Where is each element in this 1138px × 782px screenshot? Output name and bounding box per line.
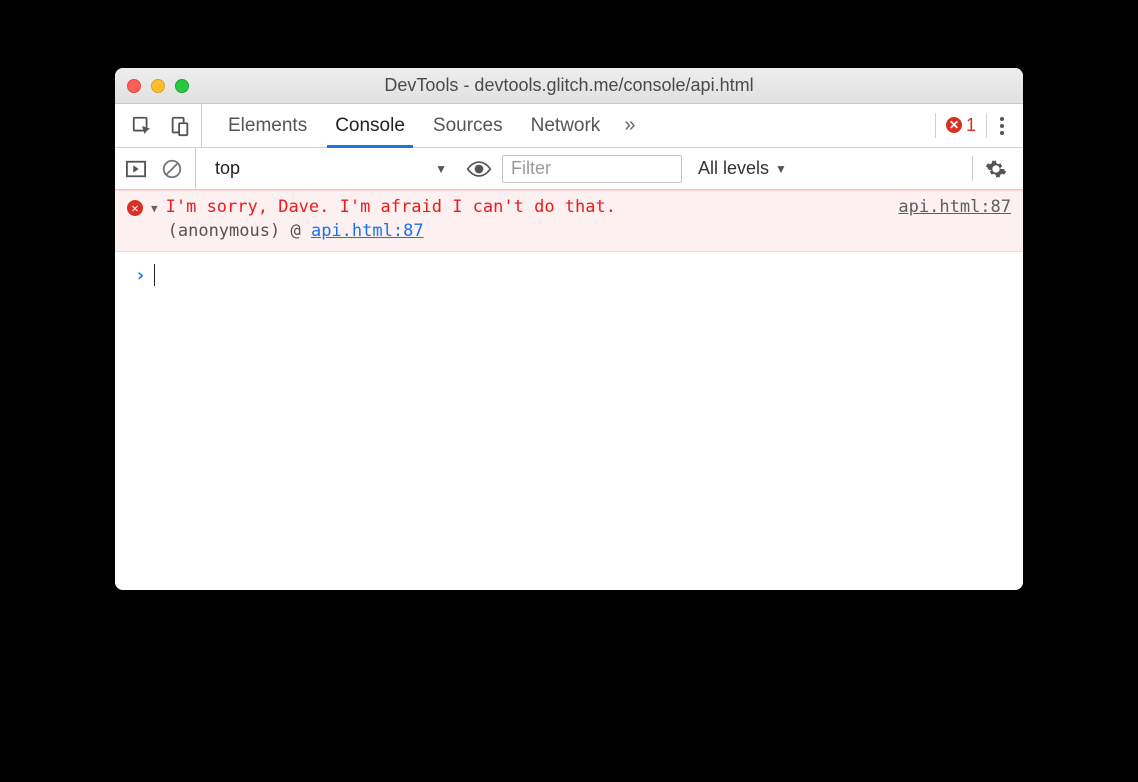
tab-elements[interactable]: Elements: [214, 104, 321, 147]
console-body: ✕ ▼ I'm sorry, Dave. I'm afraid I can't …: [115, 190, 1023, 590]
titlebar: DevTools - devtools.glitch.me/console/ap…: [115, 68, 1023, 104]
trace-source-link[interactable]: api.html:87: [311, 221, 424, 241]
error-icon: ✕: [946, 117, 962, 133]
console-toolbar-left: [123, 148, 196, 189]
error-source-link[interactable]: api.html:87: [888, 197, 1011, 217]
more-tabs-button[interactable]: »: [614, 114, 645, 137]
window-close-button[interactable]: [127, 79, 141, 93]
console-prompt[interactable]: ›: [115, 252, 1023, 298]
window-maximize-button[interactable]: [175, 79, 189, 93]
expand-toggle-icon[interactable]: ▼: [151, 202, 158, 215]
devtools-window: DevTools - devtools.glitch.me/console/ap…: [115, 68, 1023, 590]
live-expression-icon[interactable]: [466, 156, 492, 182]
error-count-badge[interactable]: ✕ 1: [935, 113, 987, 139]
tabs-bar: Elements Console Sources Network » ✕ 1: [115, 104, 1023, 148]
text-cursor: [154, 264, 155, 286]
levels-label: All levels: [698, 158, 769, 179]
device-toolbar-icon[interactable]: [167, 113, 193, 139]
log-content: I'm sorry, Dave. I'm afraid I can't do t…: [166, 197, 1011, 241]
chevron-down-icon: ▼: [775, 162, 787, 176]
inspect-element-icon[interactable]: [129, 113, 155, 139]
traffic-lights: [127, 79, 189, 93]
error-count-value: 1: [966, 115, 976, 136]
console-toolbar: top ▼ All levels ▼: [115, 148, 1023, 190]
window-title: DevTools - devtools.glitch.me/console/ap…: [115, 75, 1023, 96]
console-error-entry: ✕ ▼ I'm sorry, Dave. I'm afraid I can't …: [115, 190, 1023, 252]
trace-at: @: [290, 221, 300, 241]
tab-console[interactable]: Console: [321, 104, 419, 147]
context-value: top: [215, 158, 240, 179]
prompt-chevron-icon: ›: [135, 265, 146, 286]
error-message: I'm sorry, Dave. I'm afraid I can't do t…: [166, 197, 616, 217]
tabs-left-tools: [121, 104, 202, 147]
console-settings-button[interactable]: [972, 156, 1015, 181]
tab-network[interactable]: Network: [517, 104, 615, 147]
toggle-console-drawer-icon[interactable]: [123, 156, 149, 182]
panel-tabs: Elements Console Sources Network: [214, 104, 614, 147]
window-minimize-button[interactable]: [151, 79, 165, 93]
trace-function: (anonymous): [168, 221, 281, 241]
execution-context-select[interactable]: top ▼: [206, 155, 456, 183]
chevron-down-icon: ▼: [435, 162, 447, 176]
log-levels-select[interactable]: All levels ▼: [692, 158, 793, 179]
tab-sources[interactable]: Sources: [419, 104, 517, 147]
stack-trace-line: (anonymous) @ api.html:87: [166, 221, 1011, 241]
clear-console-icon[interactable]: [159, 156, 185, 182]
settings-menu-button[interactable]: [987, 115, 1017, 137]
filter-input[interactable]: [502, 155, 682, 183]
error-icon: ✕: [127, 200, 143, 216]
